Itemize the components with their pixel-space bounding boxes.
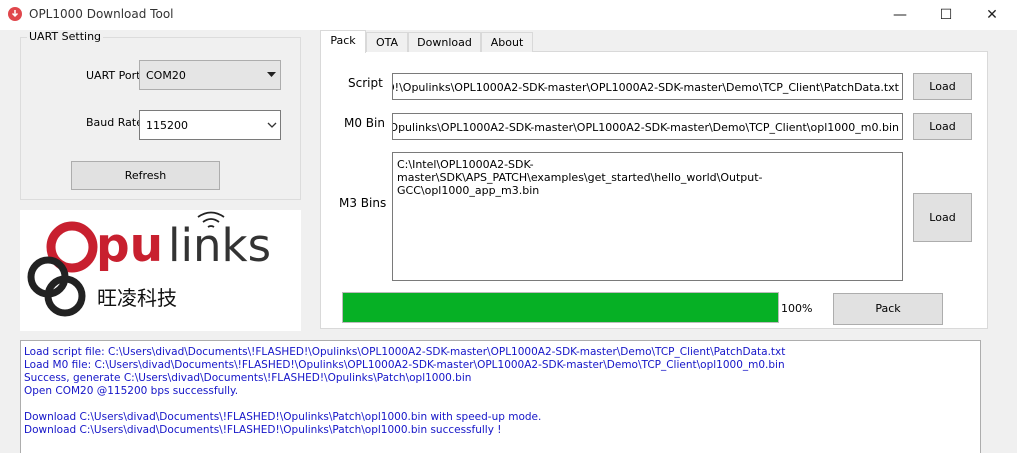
pack-progress-percent: 100%	[781, 302, 813, 315]
baud-rate-label: Baud Rate	[86, 116, 143, 129]
close-button[interactable]: ✕	[969, 0, 1015, 30]
uart-port-select[interactable]: COM20	[139, 60, 281, 90]
log-line: Load script file: C:\Users\divad\Documen…	[24, 346, 786, 358]
uart-port-label: UART Port	[86, 69, 141, 82]
maximize-button[interactable]: ☐	[923, 0, 969, 30]
logo-chinese-text: 旺凌科技	[97, 286, 177, 310]
log-line: Download C:\Users\divad\Documents\!FLASH…	[24, 424, 502, 436]
chevron-down-icon	[267, 122, 277, 128]
uart-port-value: COM20	[146, 69, 186, 82]
m0-bin-path-field[interactable]: C:\Users\divad\Documents\!FLASHED!\Opuli…	[392, 113, 903, 140]
logo-wordmark-light: links	[168, 219, 272, 272]
m0-bin-path-value: C:\Users\divad\Documents\!FLASHED!\Opuli…	[393, 121, 899, 134]
uart-setting-title: UART Setting	[27, 30, 104, 43]
m0-bin-label: M0 Bin	[344, 116, 385, 130]
log-line: Load M0 file: C:\Users\divad\Documents\!…	[24, 359, 785, 371]
dropdown-arrow-icon	[267, 72, 276, 77]
tab-pack[interactable]: Pack	[320, 30, 366, 53]
log-line: Open COM20 @115200 bps successfully.	[24, 385, 239, 397]
tab-ota[interactable]: OTA	[366, 32, 408, 52]
baud-rate-select[interactable]: 115200	[139, 110, 281, 140]
window-title: OPL1000 Download Tool	[29, 7, 174, 21]
opulinks-logo: pu links 旺凌科技	[20, 210, 301, 331]
script-path-value: C:\Users\divad\Documents\!FLASHED!\Opuli…	[393, 81, 899, 94]
pack-button[interactable]: Pack	[833, 293, 943, 325]
m3-bins-path-value: C:\Intel\OPL1000A2-SDK-master\SDK\APS_PA…	[397, 158, 763, 197]
baud-rate-value: 115200	[146, 119, 188, 132]
m0-load-button[interactable]: Load	[913, 113, 972, 140]
tab-download[interactable]: Download	[408, 32, 481, 52]
m3-bins-label: M3 Bins	[339, 196, 387, 210]
pack-progress-bar	[342, 292, 779, 323]
log-output[interactable]: Load script file: C:\Users\divad\Documen…	[20, 340, 981, 453]
log-line: Download C:\Users\divad\Documents\!FLASH…	[24, 411, 542, 423]
script-load-button[interactable]: Load	[913, 73, 972, 100]
script-label: Script	[348, 76, 383, 90]
script-path-field[interactable]: C:\Users\divad\Documents\!FLASHED!\Opuli…	[392, 73, 903, 100]
refresh-button[interactable]: Refresh	[71, 161, 220, 190]
minimize-button[interactable]: —	[877, 0, 923, 30]
tab-about[interactable]: About	[481, 32, 533, 52]
log-line: Success, generate C:\Users\divad\Documen…	[24, 372, 472, 384]
logo-wordmark-bold: pu	[96, 218, 164, 273]
m3-load-button[interactable]: Load	[913, 193, 972, 242]
pack-progress-fill	[343, 293, 778, 322]
download-app-icon	[8, 7, 22, 21]
m3-bins-path-field[interactable]: C:\Intel\OPL1000A2-SDK-master\SDK\APS_PA…	[392, 152, 903, 281]
